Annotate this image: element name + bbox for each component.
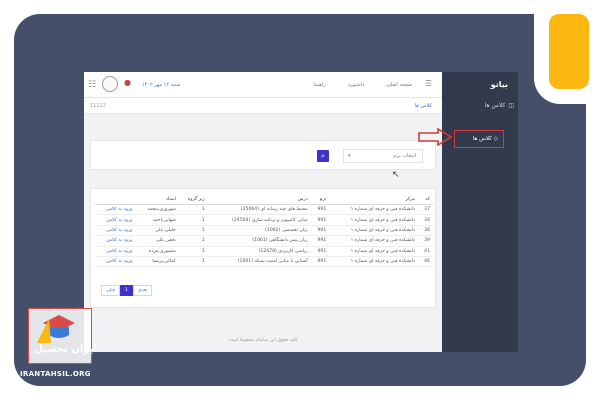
table-row: 37 دانشکده فنی و حرفه ای شماره ۱ 991 محی…	[95, 204, 433, 216]
search-button[interactable]: ⌕	[317, 150, 329, 162]
nav-help[interactable]: راهنما	[313, 82, 325, 88]
top-bar: ☷ ● شنبه ۱۲ مهر ۱۴۰۲ راهنما داشبورد صفحه…	[84, 72, 442, 98]
avatar[interactable]	[102, 76, 118, 92]
date-label: شنبه ۱۲ مهر ۱۴۰۲	[142, 82, 181, 88]
diamond-icon: ◇	[493, 136, 498, 142]
col-subgroup: زیر گروه	[178, 195, 208, 205]
graduation-cap-icon	[37, 315, 75, 343]
enter-class-link[interactable]: ورود به کلاس	[95, 204, 136, 216]
yellow-accent	[549, 14, 589, 89]
table-row: 36 دانشکده فنی و حرفه ای شماره ۱ 991 زبا…	[95, 225, 433, 237]
book-icon: ◫	[508, 102, 514, 109]
pointer-arrow-icon	[418, 128, 452, 146]
sidebar-item-classes[interactable]: کلاس ها ◇	[454, 130, 504, 148]
table-row: 39 دانشکده فنی و حرفه ای شماره ۱ 991 زبا…	[95, 235, 433, 247]
nav-dashboard[interactable]: داشبورد	[348, 82, 365, 88]
table-row: 41 دانشکده فنی و حرفه ای شماره ۱ 991 ریا…	[95, 246, 433, 257]
col-course: درس	[207, 195, 311, 205]
sidebar: بیاتو کلاس ها ◫ کلاس ها ◇	[442, 72, 518, 352]
enter-class-link[interactable]: ورود به کلاس	[95, 256, 136, 268]
classes-table-card: کد مرکز ترم درس زیر گروه استاد 37 دانشکد…	[90, 188, 436, 308]
logo-name: ایران تحصیل	[34, 344, 97, 355]
classes-table: کد مرکز ترم درس زیر گروه استاد 37 دانشکد…	[95, 195, 433, 268]
logo-site: IRANTAHSIL.ORG	[20, 370, 91, 378]
col-code: کد	[418, 195, 433, 205]
search-icon: ⌕	[321, 151, 325, 160]
breadcrumb-code: 11122	[90, 103, 106, 109]
pager-prev[interactable]: قبلی	[101, 285, 120, 296]
pager-page[interactable]: 1	[119, 285, 133, 296]
term-select-label: انتخاب ترم	[393, 153, 416, 159]
hamburger-icon[interactable]: ☰	[425, 79, 432, 88]
enter-class-link[interactable]: ورود به کلاس	[95, 246, 136, 257]
pager-next[interactable]: بعدی	[132, 285, 153, 296]
footer-text: کلیه حقوق این سامانه محفوظ است	[228, 338, 298, 343]
chevron-down-icon: ▾	[348, 153, 351, 159]
sidebar-item-label: کلاس ها	[472, 136, 492, 142]
nav-home[interactable]: صفحه اصلی	[386, 82, 412, 88]
col-teacher: استاد	[135, 195, 179, 205]
sidebar-section[interactable]: کلاس ها ◫	[485, 102, 514, 109]
page-title[interactable]: کلاس ها	[415, 103, 432, 109]
mouse-cursor-icon: ↖	[392, 170, 400, 180]
sidebar-section-label: کلاس ها	[484, 102, 506, 109]
top-nav: راهنما داشبورد صفحه اصلی	[313, 82, 412, 88]
notification-icon[interactable]: ●	[124, 78, 131, 87]
table-header-row: کد مرکز ترم درس زیر گروه استاد	[95, 195, 433, 205]
search-card: ▾ انتخاب ترم ⌕	[90, 140, 436, 170]
col-center: مرکز	[329, 195, 419, 205]
enter-class-link[interactable]: ورود به کلاس	[95, 235, 136, 247]
col-action	[95, 195, 136, 205]
table-row: 46 دانشکده فنی و حرفه ای شماره ۱ 991 آشن…	[95, 256, 433, 268]
table-row: 34 دانشکده فنی و حرفه ای شماره ۱ 991 مبا…	[95, 214, 433, 226]
brand-logo: بیاتو	[490, 80, 508, 89]
col-term: ترم	[310, 195, 330, 205]
enter-class-link[interactable]: ورود به کلاس	[95, 214, 136, 226]
pagination: قبلی 1 بعدی	[101, 285, 153, 296]
term-select[interactable]: ▾ انتخاب ترم	[343, 149, 423, 163]
breadcrumb: 11122 کلاس ها	[84, 98, 442, 114]
apps-icon[interactable]: ☷	[88, 80, 96, 90]
enter-class-link[interactable]: ورود به کلاس	[95, 225, 136, 237]
app-screenshot: ☷ ● شنبه ۱۲ مهر ۱۴۰۲ راهنما داشبورد صفحه…	[84, 72, 518, 352]
logo-badge	[28, 308, 92, 364]
